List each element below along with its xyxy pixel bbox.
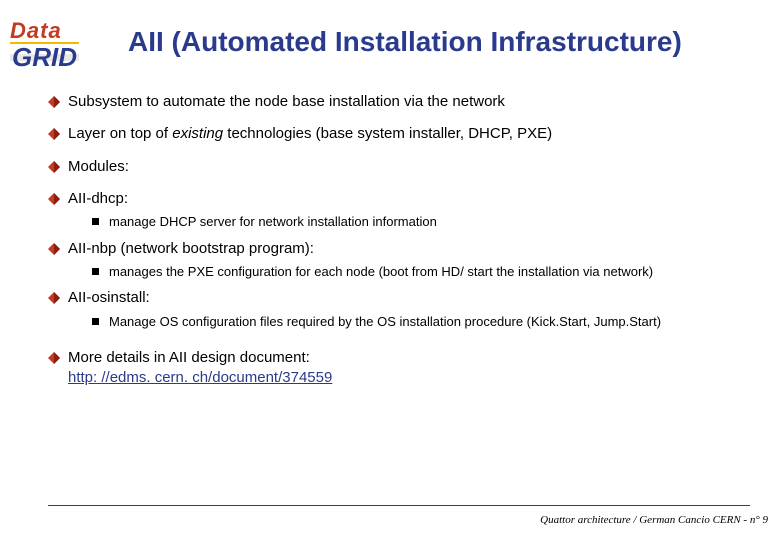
bullet-modules: Modules: bbox=[48, 157, 750, 177]
sub-bullet-dhcp: manage DHCP server for network installat… bbox=[92, 213, 750, 231]
bullet-text: More details in AII design document: htt… bbox=[68, 348, 332, 389]
diamond-icon bbox=[48, 352, 60, 364]
bullet-text: Modules: bbox=[68, 157, 129, 177]
logo-top: Data bbox=[10, 18, 79, 44]
bullet-more-details: More details in AII design document: htt… bbox=[48, 348, 750, 389]
bullet-text: AII-nbp (network bootstrap program): bbox=[68, 239, 314, 259]
square-icon bbox=[92, 318, 99, 325]
diamond-icon bbox=[48, 193, 60, 205]
bullet-subsystem: Subsystem to automate the node base inst… bbox=[48, 92, 750, 112]
bullet-aii-nbp: AII-nbp (network bootstrap program): bbox=[48, 239, 750, 259]
sub-bullet-nbp: manages the PXE configuration for each n… bbox=[92, 263, 750, 281]
diamond-icon bbox=[48, 96, 60, 108]
bullet-layer: Layer on top of existing technologies (b… bbox=[48, 124, 750, 144]
bullet-aii-osinstall: AII-osinstall: bbox=[48, 288, 750, 308]
diamond-icon bbox=[48, 243, 60, 255]
page-title: AII (Automated Installation Infrastructu… bbox=[128, 26, 682, 58]
bullet-text: AII-dhcp: bbox=[68, 189, 128, 209]
bullet-text: Layer on top of existing technologies (b… bbox=[68, 124, 552, 144]
sub-text: manage DHCP server for network installat… bbox=[109, 213, 437, 231]
sub-bullet-osinstall: Manage OS configuration files required b… bbox=[92, 313, 750, 331]
footer-divider bbox=[48, 505, 750, 506]
logo-bottom: GRID bbox=[10, 46, 79, 69]
diamond-icon bbox=[48, 128, 60, 140]
square-icon bbox=[92, 268, 99, 275]
square-icon bbox=[92, 218, 99, 225]
diamond-icon bbox=[48, 292, 60, 304]
content-area: Subsystem to automate the node base inst… bbox=[48, 92, 750, 401]
diamond-icon bbox=[48, 161, 60, 173]
bullet-aii-dhcp: AII-dhcp: bbox=[48, 189, 750, 209]
sub-text: manages the PXE configuration for each n… bbox=[109, 263, 653, 281]
logo: Data GRID bbox=[10, 18, 79, 69]
sub-text: Manage OS configuration files required b… bbox=[109, 313, 661, 331]
footer-text: Quattor architecture / German Cancio CER… bbox=[540, 514, 768, 526]
design-doc-link[interactable]: http: //edms. cern. ch/document/374559 bbox=[68, 369, 332, 386]
bullet-text: AII-osinstall: bbox=[68, 288, 150, 308]
bullet-text: Subsystem to automate the node base inst… bbox=[68, 92, 505, 112]
